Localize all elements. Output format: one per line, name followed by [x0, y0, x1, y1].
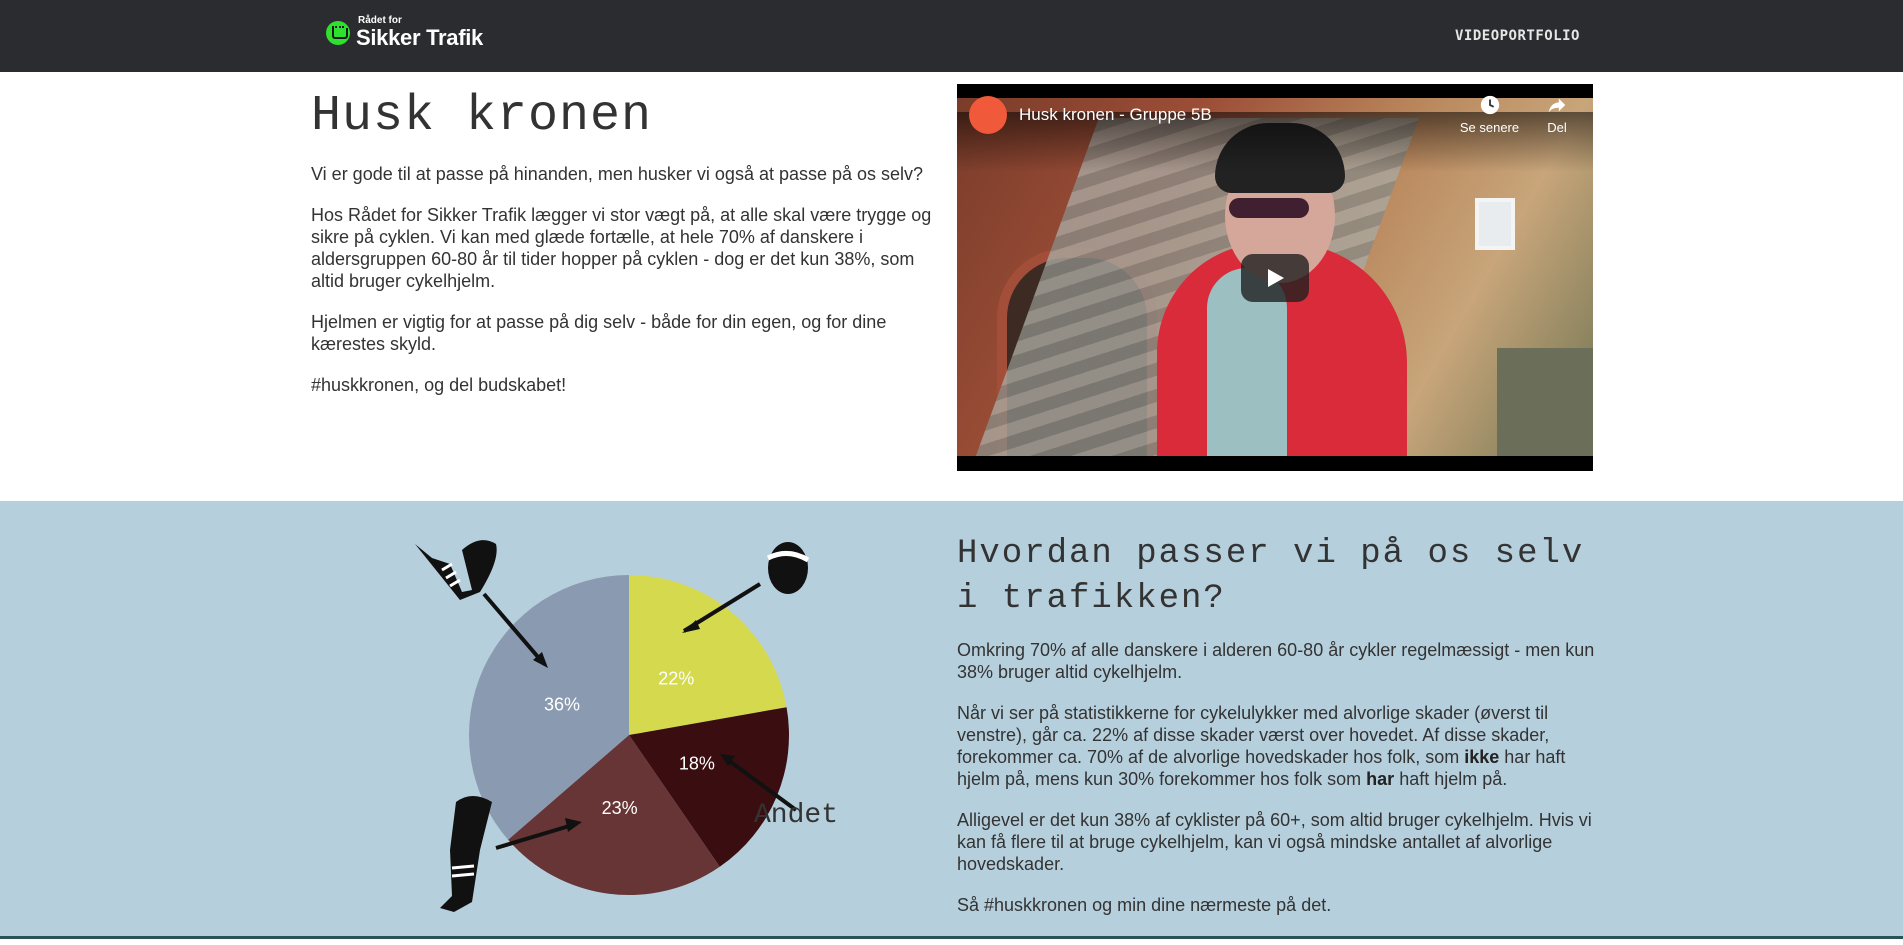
text-span: haft hjelm på. [1394, 769, 1508, 789]
statistics-text: Omkring 70% af alle danskere i alderen 6… [957, 639, 1597, 935]
intro-paragraph: Vi er gode til at passe på hinanden, men… [311, 164, 924, 184]
statistics-paragraph: Omkring 70% af alle danskere i alderen 6… [957, 640, 1595, 682]
watch-later-button[interactable]: Se senere [1452, 94, 1527, 135]
emphasis-ikke: ikke [1464, 747, 1500, 767]
pie-chart: 22% 18% 23% 36% Andet [415, 540, 838, 912]
logo-big-text: Sikker Trafik [356, 25, 483, 50]
intro-text: Vi er gode til at passe på hinanden, men… [311, 163, 951, 415]
pie-slice-label: 23% [602, 798, 638, 818]
clock-icon [1480, 95, 1499, 115]
intro-paragraph: #huskkronen, og del budskabet! [311, 375, 567, 395]
crown-icon [326, 20, 350, 45]
play-button[interactable] [1241, 254, 1309, 302]
share-icon [1548, 98, 1566, 113]
statistics-paragraph: Så #huskkronen og min dine nærmeste på d… [957, 895, 1332, 915]
pie-slice-label: 18% [679, 753, 715, 773]
thumbnail-window [1475, 198, 1515, 250]
top-navigation: Rådet for Sikker Trafik VIDEOPORTFOLIO [0, 0, 1903, 72]
channel-avatar[interactable] [969, 96, 1007, 134]
text-span: Når vi ser på statistikkerne for cykelul… [957, 703, 1550, 767]
watch-later-label: Se senere [1459, 120, 1520, 135]
page-title: Husk kronen [311, 88, 653, 145]
thumbnail-grass [1497, 348, 1593, 456]
share-button[interactable]: Del [1527, 94, 1587, 135]
pie-slice [629, 575, 787, 735]
thumbnail-glasses [1229, 198, 1309, 218]
logo-text: Rådet for Sikker Trafik [356, 16, 483, 49]
statistics-paragraph: Alligevel er det kun 38% af cyklister på… [957, 810, 1592, 874]
section-title: Hvordan passer vi på os selv i trafikken… [957, 535, 1585, 618]
pie-slice-label: 22% [658, 669, 694, 689]
video-player[interactable]: Husk kronen - Gruppe 5B Se senere Del [957, 84, 1593, 471]
pie-slice-label: 36% [544, 694, 580, 714]
share-label: Del [1547, 120, 1567, 135]
emphasis-har: har [1366, 769, 1395, 789]
nav-link-videoportfolio[interactable]: VIDEOPORTFOLIO [1455, 28, 1580, 44]
site-logo[interactable]: Rådet for Sikker Trafik [326, 16, 483, 49]
pie-chart-container: 22% 18% 23% 36% Andet [400, 530, 850, 940]
head-figure-icon [682, 542, 810, 633]
pie-slices [469, 575, 789, 895]
intro-paragraph: Hos Rådet for Sikker Trafik lægger vi st… [311, 205, 932, 291]
statistics-paragraph: Når vi ser på statistikkerne for cykelul… [957, 702, 1597, 790]
annotation-andet: Andet [754, 800, 838, 831]
intro-paragraph: Hjelmen er vigtig for at passe på dig se… [311, 312, 887, 354]
video-title[interactable]: Husk kronen - Gruppe 5B [1019, 105, 1212, 125]
statistics-section [0, 501, 1903, 939]
intro-section [0, 72, 1903, 501]
